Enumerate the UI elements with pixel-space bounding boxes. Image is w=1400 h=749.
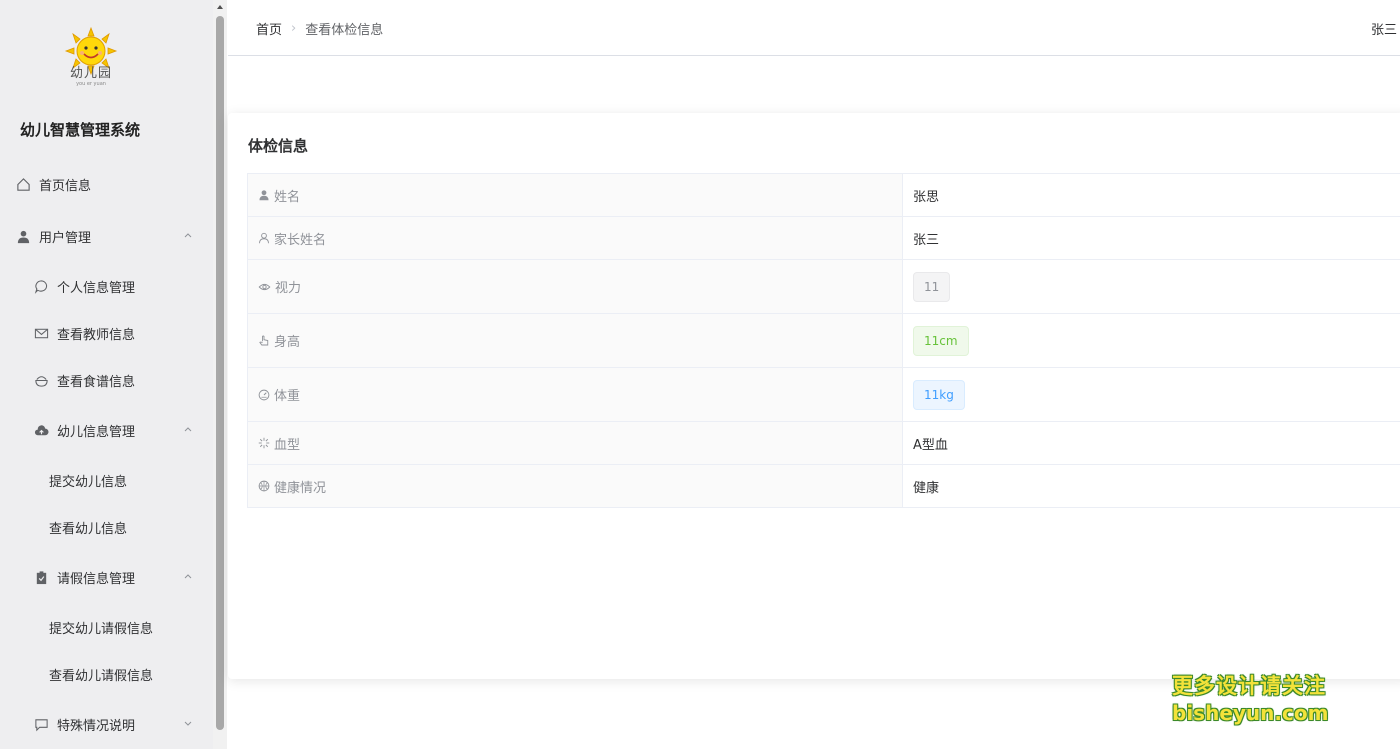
menu-label: 查看幼儿请假信息: [49, 668, 154, 684]
menu-label: 用户管理: [39, 230, 92, 246]
card-title: 体检信息: [248, 137, 309, 155]
menu-label: 查看幼儿信息: [49, 521, 128, 537]
gauge-icon: [258, 389, 270, 400]
cloud-upload-icon: [33, 422, 49, 438]
row-label: 家长姓名: [274, 232, 327, 248]
menu-item-profile[interactable]: 个人信息管理: [0, 266, 213, 306]
row-label: 健康情况: [274, 480, 327, 496]
table-row: 体重 11kg: [247, 367, 1400, 422]
row-value-cell: 张三: [902, 216, 1400, 260]
system-title: 幼儿智慧管理系统: [20, 121, 141, 139]
row-label: 血型: [274, 437, 301, 453]
pointer-hand-icon: [259, 335, 269, 346]
chevron-down-icon: [184, 721, 192, 726]
menu-item-user-management[interactable]: 用户管理: [0, 216, 213, 256]
row-value: A型血: [913, 437, 948, 453]
row-label-cell: 姓名: [247, 173, 903, 217]
scrollbar-thumb[interactable]: [216, 16, 224, 730]
menu-item-leave-management[interactable]: 请假信息管理: [0, 557, 213, 597]
chevron-up-icon: [184, 574, 192, 579]
height-tag: 11cm: [913, 325, 969, 356]
chevron-up-icon: [184, 233, 192, 238]
main-content: 体检信息 姓名 张思 家长姓名 张三 视力 11 身高 11cm 体重 11kg…: [228, 57, 1400, 749]
table-row: 血型 A型血: [247, 421, 1400, 465]
row-value-cell: 11cm: [902, 313, 1400, 368]
row-value-cell: 张思: [902, 173, 1400, 217]
watermark-line-1: 更多设计请关注: [1172, 674, 1326, 698]
row-label: 姓名: [274, 189, 301, 205]
watermark: 更多设计请关注 bisheyun.com: [1172, 672, 1342, 726]
top-header: 首页 › 查看体检信息 张三: [228, 0, 1400, 56]
message-icon: [33, 325, 49, 341]
physical-exam-card: 体检信息 姓名 张思 家长姓名 张三 视力 11 身高 11cm 体重 11kg…: [228, 113, 1400, 679]
menu-label: 查看食谱信息: [57, 374, 136, 390]
header-user-name[interactable]: 张三: [1371, 19, 1397, 38]
scroll-up-arrow-icon[interactable]: [216, 3, 224, 11]
menu-label: 个人信息管理: [57, 280, 136, 296]
row-label: 身高: [274, 335, 301, 350]
row-label-cell: 健康情况: [247, 464, 903, 508]
user-icon: [15, 228, 31, 244]
chevron-up-icon: [184, 427, 192, 432]
menu-label: 查看教师信息: [57, 327, 136, 343]
breadcrumb-separator: ›: [291, 21, 297, 36]
menu-item-child-management[interactable]: 幼儿信息管理: [0, 410, 213, 450]
menu-item-recipes[interactable]: 查看食谱信息: [0, 360, 213, 400]
row-value-cell: 健康: [902, 464, 1400, 508]
breadcrumb: 首页 › 查看体检信息: [256, 19, 383, 38]
table-row: 身高 11cm: [247, 313, 1400, 368]
menu-item-home[interactable]: 首页信息: [0, 164, 213, 204]
row-label-cell: 血型: [247, 421, 903, 465]
table-row: 家长姓名 张三: [247, 216, 1400, 260]
menu-label: 请假信息管理: [57, 571, 136, 587]
row-value-cell: 11kg: [902, 367, 1400, 422]
menu-item-submit-leave[interactable]: 提交幼儿请假信息: [0, 607, 213, 647]
row-value: 健康: [913, 480, 940, 496]
menu-item-teachers[interactable]: 查看教师信息: [0, 313, 213, 353]
home-icon: [15, 176, 31, 192]
row-value: 张三: [913, 232, 940, 248]
basketball-icon: [258, 480, 270, 492]
menu-item-view-child[interactable]: 查看幼儿信息: [0, 507, 213, 547]
menu-label: 特殊情况说明: [57, 718, 136, 734]
row-label: 体重: [274, 389, 301, 404]
menu-item-special-notes[interactable]: 特殊情况说明: [0, 704, 213, 744]
menu-label: 提交幼儿请假信息: [49, 621, 154, 637]
row-value-cell: A型血: [902, 421, 1400, 465]
user-outline-icon: [259, 232, 269, 244]
row-value: 张思: [913, 189, 940, 205]
user-filled-icon: [259, 190, 269, 201]
eye-icon: [258, 283, 271, 290]
watermark-line-2: bisheyun.com: [1172, 701, 1329, 725]
clipboard-check-icon: [33, 569, 49, 585]
exam-descriptions-table: 姓名 张思 家长姓名 张三 视力 11 身高 11cm 体重 11kg 血型 A…: [247, 173, 1400, 508]
menu-label: 幼儿信息管理: [57, 424, 136, 440]
breadcrumb-home-link[interactable]: 首页: [256, 19, 282, 38]
breadcrumb-current: 查看体检信息: [305, 23, 384, 38]
row-label-cell: 家长姓名: [247, 216, 903, 260]
logo-text: 幼儿园: [69, 66, 112, 81]
row-label: 视力: [275, 281, 302, 296]
logo-subtext: you er yuan: [76, 81, 106, 87]
menu-label: 首页信息: [39, 178, 92, 194]
weight-tag: 11kg: [913, 379, 965, 410]
row-value-cell: 11: [902, 259, 1400, 314]
sidebar-scrollbar[interactable]: [213, 0, 227, 749]
table-row: 健康情况 健康: [247, 464, 1400, 508]
comment-icon: [33, 716, 49, 732]
chat-bubble-icon: [33, 278, 49, 294]
table-row: 视力 11: [247, 259, 1400, 314]
menu-label: 提交幼儿信息: [49, 474, 128, 490]
sidebar: 幼儿园 you er yuan 幼儿智慧管理系统 首页信息 用户管理 个人信息管…: [0, 0, 213, 749]
vision-tag: 11: [913, 271, 951, 302]
row-label-cell: 体重: [247, 367, 903, 422]
table-row: 姓名 张思: [247, 173, 1400, 217]
sunburst-icon: [258, 437, 270, 449]
row-label-cell: 身高: [247, 313, 903, 368]
bowl-icon: [33, 372, 49, 388]
menu-item-view-leave[interactable]: 查看幼儿请假信息: [0, 654, 213, 694]
menu-item-submit-child[interactable]: 提交幼儿信息: [0, 460, 213, 500]
row-label-cell: 视力: [247, 259, 903, 314]
